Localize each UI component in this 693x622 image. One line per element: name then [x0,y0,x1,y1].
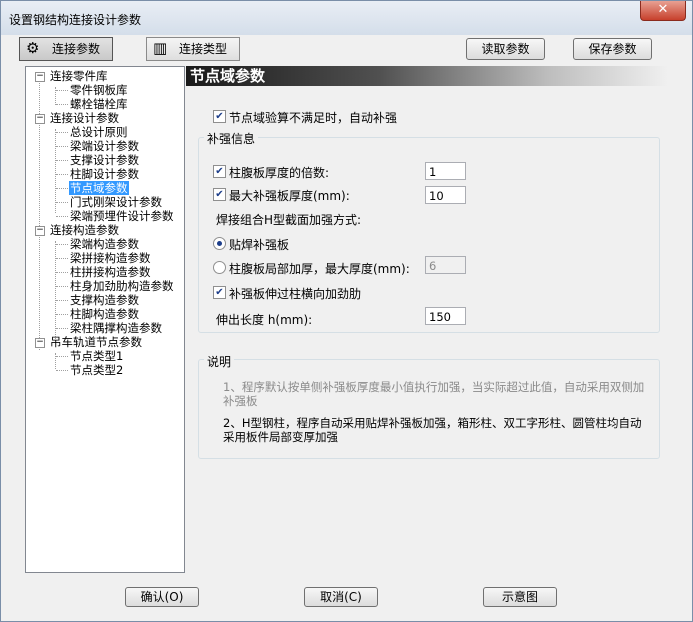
save-params-button[interactable]: 保存参数 [573,38,652,60]
tree-node-beam-splice-detailing[interactable]: 梁拼接构造参数 [70,251,151,265]
read-params-button[interactable]: 读取参数 [466,38,545,60]
tree-node-type-1[interactable]: 节点类型1 [70,349,123,363]
local-thicken-label: 柱腹板局部加厚，最大厚度(mm): [229,262,410,276]
extend-length-label: 伸出长度 h(mm): [216,313,313,327]
max-thickness-input[interactable]: 10 [425,186,466,204]
collapse-icon[interactable]: − [35,226,45,236]
reinforce-group-title: 补强信息 [204,130,259,147]
reinforce-checkbox[interactable]: ✔ [213,110,226,123]
tree-node-connection-design[interactable]: 连接设计参数 [50,111,119,125]
tree-node-steel-plate-library[interactable]: 零件钢板库 [70,83,128,97]
note-1: 1、程序默认按单侧补强板厚度最小值执行加强，当实际超过此值，自动采用双侧加补强板 [223,380,645,408]
tree-node-brace-design[interactable]: 支撑设计参数 [70,153,139,167]
tree-node-brace-detailing[interactable]: 支撑构造参数 [70,293,139,307]
extend-stiffener-checkbox[interactable]: ✔ [213,286,226,299]
title-bar: 设置钢结构连接设计参数 ✕ [1,1,692,35]
panel-header: 节点域参数 [186,66,668,86]
max-thickness-checkbox[interactable]: ✔ [213,188,226,201]
extend-stiffener-label: 补强板伸过柱横向加劲肋 [229,287,362,301]
window-title: 设置钢结构连接设计参数 [9,13,142,27]
tree-node-portal-frame-design[interactable]: 门式刚架设计参数 [70,195,162,209]
tree-node-embedded-part-design[interactable]: 梁端预埋件设计参数 [70,209,174,223]
method-label: 焊接组合H型截面加强方式: [216,213,362,227]
tree-node-parts-library[interactable]: 连接零件库 [50,69,108,83]
diagram-button[interactable]: 示意图 [483,587,557,607]
tree-node-type-2[interactable]: 节点类型2 [70,363,123,377]
tree-node-column-splice-detailing[interactable]: 柱拼接构造参数 [70,265,151,279]
tree-node-column-base-design[interactable]: 柱脚设计参数 [70,167,139,181]
tree-node-design-principles[interactable]: 总设计原则 [70,125,128,139]
max-thickness-label: 最大补强板厚度(mm): [229,189,350,203]
web-multiple-label: 柱腹板厚度的倍数: [229,166,330,180]
tree-node-beam-end-design[interactable]: 梁端设计参数 [70,139,139,153]
dialog-window: 设置钢结构连接设计参数 ✕ ⚙ 连接参数 ▥ 连接类型 读取参数 保存参数 − … [0,0,693,622]
close-button[interactable]: ✕ [640,1,686,21]
tree-node-column-stiffener-detailing[interactable]: 柱身加劲肋构造参数 [70,279,174,293]
close-icon: ✕ [657,2,669,17]
tree-node-detailing-params[interactable]: 连接构造参数 [50,223,119,237]
notes-title: 说明 [204,353,235,370]
tree-node-knee-brace-detailing[interactable]: 梁柱隅撑构造参数 [70,321,162,335]
tree-node-bolt-library[interactable]: 螺栓锚栓库 [70,97,128,111]
cancel-button[interactable]: 取消(C) [304,587,378,607]
tree-node-panel-zone[interactable]: 节点域参数 [69,181,129,195]
local-thicken-input[interactable]: 6 [425,256,466,274]
web-multiple-checkbox[interactable]: ✔ [213,165,226,178]
web-multiple-input[interactable]: 1 [425,162,466,180]
local-thicken-radio[interactable] [213,261,226,274]
tree-node-beam-end-detailing[interactable]: 梁端构造参数 [70,237,139,251]
extend-length-input[interactable]: 150 [425,307,466,325]
tree-node-crane-rail[interactable]: 吊车轨道节点参数 [50,335,142,349]
note-2: 2、H型钢柱，程序自动采用贴焊补强板加强，箱形柱、双工字形柱、圆管柱均自动采用板… [223,416,642,444]
panel-zone-params: 节点域参数 ✔ 节点域验算不满足时，自动补强 补强信息 ✔ 柱腹板厚度的倍数: … [186,66,668,571]
gear-icon: ⚙ [26,39,40,57]
collapse-icon[interactable]: − [35,338,45,348]
weld-plate-radio[interactable] [213,237,226,250]
notes-group [198,359,660,459]
weld-plate-label: 贴焊补强板 [229,238,290,252]
tree-node-column-base-detailing[interactable]: 柱脚构造参数 [70,307,139,321]
collapse-icon[interactable]: − [35,114,45,124]
param-tree[interactable]: − 连接零件库 零件钢板库 螺栓锚栓库 − 连接设计参数 总设计原则 梁端设计参… [25,66,185,573]
map-icon: ▥ [153,39,168,57]
reinforce-label: 节点域验算不满足时，自动补强 [229,111,398,125]
collapse-icon[interactable]: − [35,72,45,82]
ok-button[interactable]: 确认(O) [125,587,199,607]
tab-connection-params[interactable]: ⚙ 连接参数 [19,37,113,61]
tab-connection-types[interactable]: ▥ 连接类型 [146,37,240,61]
